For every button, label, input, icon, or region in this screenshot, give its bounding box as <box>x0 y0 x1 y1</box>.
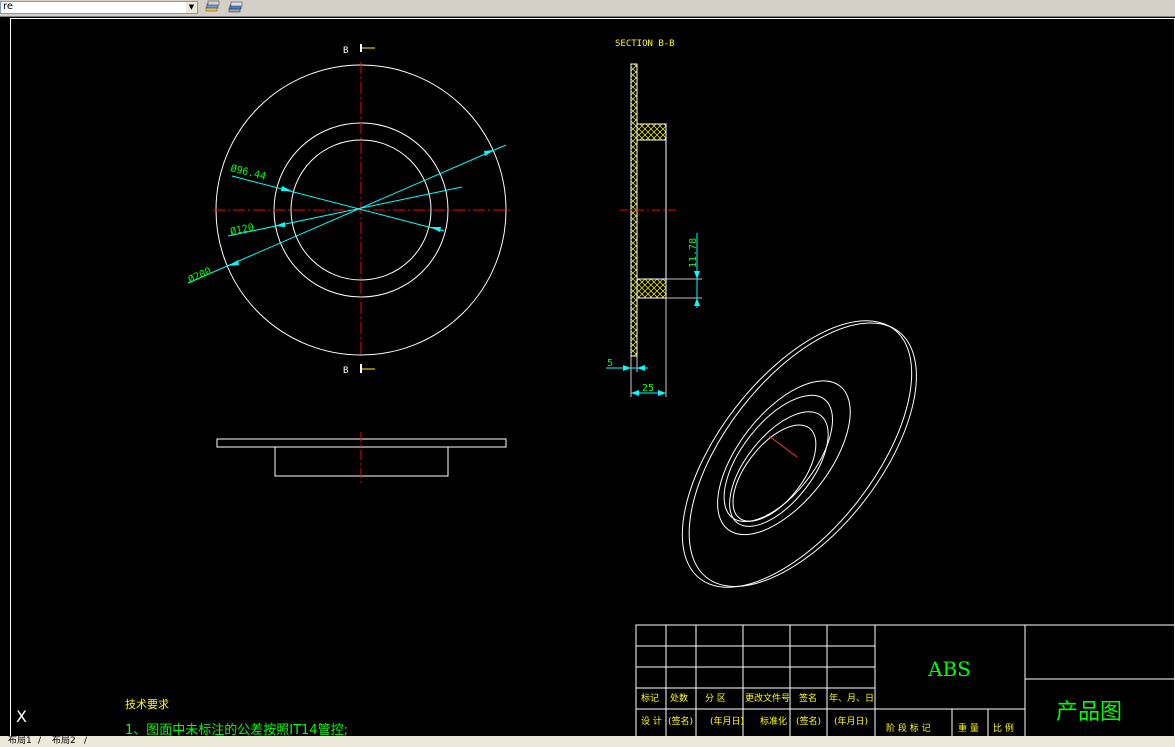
tb-drawing-name: 产品图 <box>1056 700 1122 725</box>
tb-label-count: 处数 <box>670 692 688 704</box>
drawing-border <box>10 18 1175 739</box>
tb-label-mark: 标记 <box>641 692 659 704</box>
side-view <box>216 432 507 484</box>
dim-leader-inner <box>231 175 445 232</box>
section-title: SECTION B-B <box>615 39 675 49</box>
tb-label-weight: 重 量 <box>958 722 979 734</box>
tab-layout2[interactable]: 布局2 <box>52 736 76 747</box>
dim-text-outer-diameter: Ø200 <box>186 265 213 286</box>
section-lip-top <box>636 123 667 141</box>
layer-dropdown-value: re <box>3 1 14 12</box>
tb-label-change-doc: 更改文件号 <box>745 692 790 704</box>
tb-label-standard: 标准化 <box>760 715 787 727</box>
layer-states-icon[interactable] <box>227 0 243 14</box>
chevron-down-icon[interactable]: ▼ <box>186 2 197 13</box>
isometric-view <box>681 320 917 588</box>
layer-toolbar: re ▼ <box>0 0 1175 17</box>
drawing-canvas[interactable]: B B Ø96.44 Ø120 Ø200 SECTION B-B 11.78 5… <box>0 16 1175 740</box>
iso-axis-line <box>768 435 798 458</box>
tb-material: ABS <box>927 657 971 681</box>
dim-text-inner-diameter: Ø96.44 <box>229 162 267 182</box>
layout-tab-bar: 布局1 / 布局2 / <box>0 736 1175 747</box>
tb-label-design-date: (年月日) <box>710 715 744 727</box>
dim-text-height: 11.78 <box>688 238 699 268</box>
layer-dropdown[interactable]: re ▼ <box>0 1 198 14</box>
ucs-x-label: X <box>16 707 27 726</box>
tb-label-standard-date: (年月日) <box>834 715 868 727</box>
tb-label-date: 年、月、日 <box>829 692 874 704</box>
section-lip-bottom <box>636 278 667 299</box>
tab-layout1[interactable]: 布局1 <box>8 736 32 747</box>
tb-label-zone: 分 区 <box>705 693 726 704</box>
tb-label-design: 设 计 <box>641 715 662 727</box>
tb-label-stage: 阶 段 标 记 <box>886 722 931 734</box>
tb-label-scale: 比 例 <box>993 722 1014 734</box>
section-label-bottom: B <box>343 366 348 376</box>
tab-separator: / <box>38 736 42 746</box>
tab-separator: / <box>84 736 88 746</box>
dim-text-width: 25 <box>642 383 654 394</box>
front-view: B B Ø96.44 Ø120 Ø200 <box>186 44 510 376</box>
section-view: SECTION B-B 11.78 5 25 <box>606 39 702 397</box>
layer-manager-icon[interactable] <box>204 0 220 14</box>
dim-text-thickness: 5 <box>607 358 613 369</box>
tb-label-design-sign: (签名) <box>668 715 693 727</box>
section-label-top: B <box>343 46 348 56</box>
tb-label-standard-sign: (签名) <box>796 715 821 727</box>
dim-text-mid-diameter: Ø120 <box>229 221 255 238</box>
dim-leader-mid <box>227 186 463 237</box>
tb-label-signature: 签名 <box>799 692 817 704</box>
tech-requirements-heading: 技术要求 <box>125 698 169 711</box>
